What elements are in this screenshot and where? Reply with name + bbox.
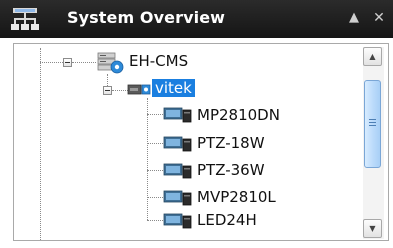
tree-node-vitek[interactable]: vitek <box>152 79 195 97</box>
tree-node-device[interactable]: MP2810DN <box>197 106 280 124</box>
camera-icon <box>163 213 192 229</box>
grip-icon <box>369 119 376 128</box>
tree-guide-line <box>40 48 41 240</box>
tree-node-device[interactable]: LED24H <box>197 211 257 229</box>
panel-title-bar: System Overview ▲ ✕ <box>0 0 393 38</box>
tree-node-device[interactable]: MVP2810L <box>197 188 276 206</box>
scroll-down-button[interactable]: ▼ <box>363 219 382 238</box>
tree-node-root[interactable]: EH-CMS <box>129 52 188 70</box>
network-topology-icon <box>11 8 39 30</box>
dvr-device-icon <box>127 84 151 95</box>
server-group-icon <box>97 52 124 74</box>
camera-icon <box>163 107 192 123</box>
arrow-up-icon: ▲ <box>369 52 376 61</box>
vertical-scrollbar[interactable]: ▲ ▼ <box>363 47 384 239</box>
tree-connector <box>112 90 128 91</box>
camera-icon <box>163 163 192 179</box>
panel-title: System Overview <box>67 8 226 27</box>
scroll-up-button[interactable]: ▲ <box>363 47 382 66</box>
arrow-down-icon: ▼ <box>369 224 376 233</box>
tree-node-device[interactable]: PTZ-36W <box>197 161 265 179</box>
camera-icon <box>163 136 192 152</box>
tree-connector <box>40 62 65 63</box>
pin-button[interactable]: ▲ <box>346 9 362 27</box>
collapse-toggle-vitek[interactable] <box>103 86 112 95</box>
tree-node-device[interactable]: PTZ-18W <box>197 134 265 152</box>
camera-icon <box>163 190 192 206</box>
tree-connector <box>72 62 96 63</box>
collapse-toggle-root[interactable] <box>63 58 72 67</box>
tree-connector <box>147 98 148 220</box>
scrollbar-thumb[interactable] <box>364 80 381 168</box>
close-button[interactable]: ✕ <box>371 9 387 27</box>
